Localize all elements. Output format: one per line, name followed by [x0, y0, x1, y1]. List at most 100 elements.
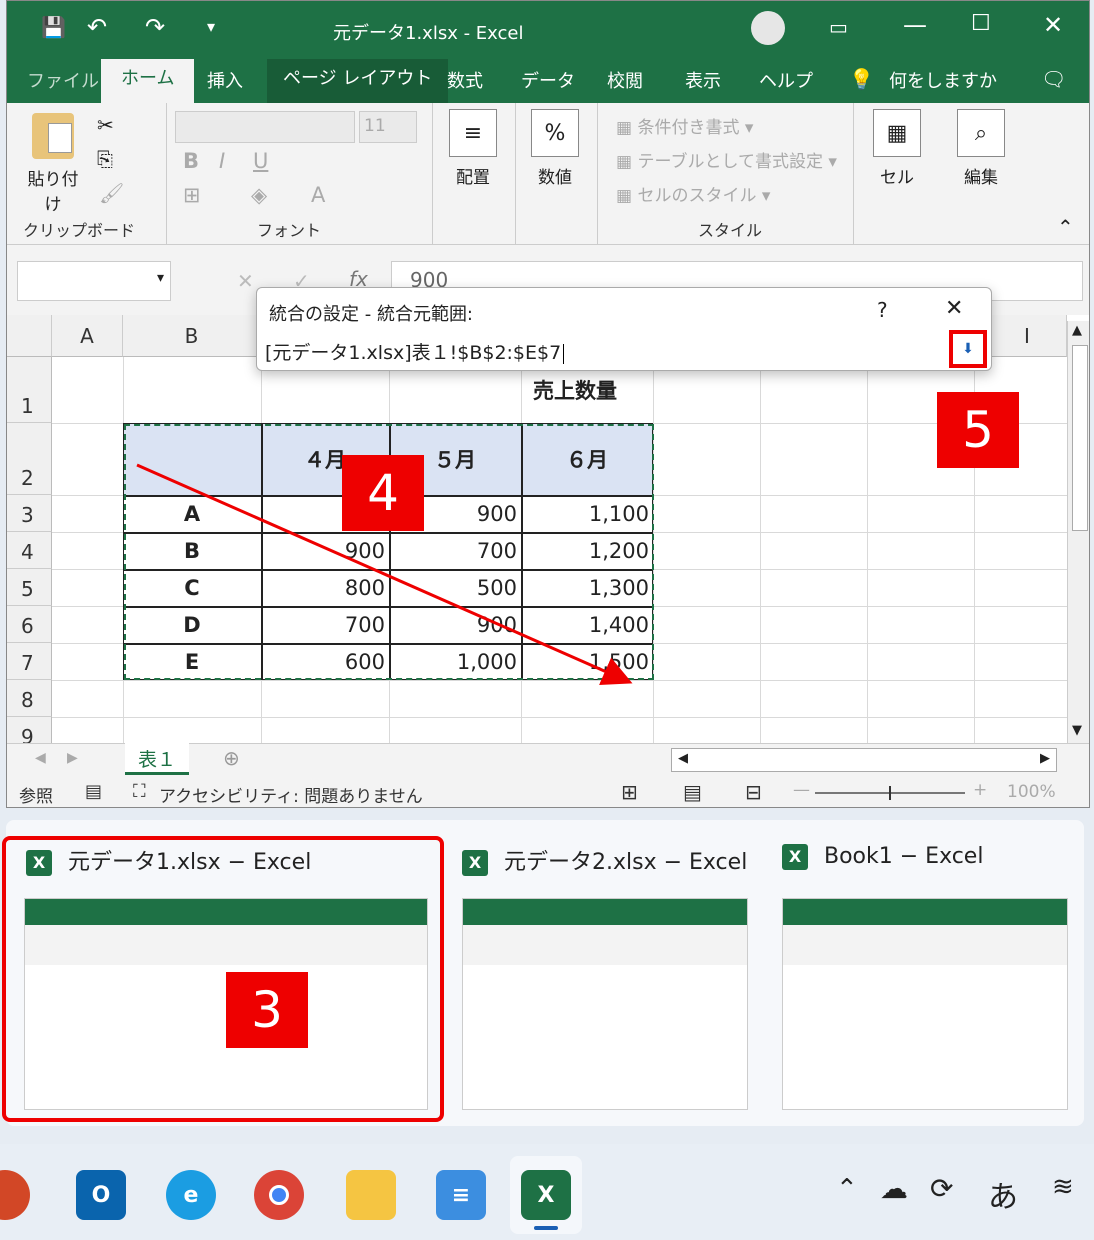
edit-button[interactable]: ⌕ 編集: [951, 109, 1011, 188]
step-marker-3: 3: [226, 972, 308, 1048]
dialog-help-button[interactable]: ?: [877, 298, 888, 322]
border-icon[interactable]: ⊞: [183, 183, 201, 207]
show-hidden-icons[interactable]: ⌃: [836, 1174, 858, 1204]
horizontal-scrollbar[interactable]: ◀ ▶: [671, 748, 1057, 772]
excel-taskbar-button[interactable]: X: [510, 1156, 582, 1234]
tab-help[interactable]: ヘルプ: [759, 67, 813, 93]
tell-me-search[interactable]: 何をしますか: [889, 67, 997, 93]
cut-icon[interactable]: ✂: [97, 113, 114, 137]
normal-view-icon[interactable]: ⊞: [621, 780, 638, 804]
next-sheet-icon[interactable]: ▶: [67, 750, 78, 766]
cell-style-icon: ▦: [616, 186, 638, 206]
tab-formulas[interactable]: 数式: [447, 67, 483, 93]
close-button[interactable]: ✕: [1043, 11, 1063, 39]
scroll-left-icon[interactable]: ◀: [678, 751, 688, 766]
clipboard-group: 貼り付け ✂ ⎘ 🖌 クリップボード: [7, 103, 167, 245]
zoom-level[interactable]: 100%: [1007, 782, 1056, 802]
customize-qat-icon[interactable]: ▾: [207, 17, 215, 36]
paste-icon: [32, 113, 74, 159]
page-layout-view-icon[interactable]: ▤: [683, 780, 702, 804]
onedrive-icon[interactable]: ☁: [880, 1172, 908, 1205]
powerpoint-icon[interactable]: [0, 1170, 30, 1220]
excel-icon: X: [782, 844, 808, 870]
ime-indicator[interactable]: あ: [988, 1172, 1018, 1216]
page-break-view-icon[interactable]: ⊟: [745, 780, 762, 804]
wifi-icon[interactable]: ≋: [1052, 1172, 1074, 1202]
align-button[interactable]: ≡ 配置: [443, 109, 503, 188]
font-group: 11 B I U ⊞ ◈ A フォント: [167, 103, 433, 245]
edge-icon[interactable]: e: [166, 1170, 216, 1220]
ribbon-display-icon[interactable]: ▭: [829, 15, 848, 39]
expand-dialog-button[interactable]: ⬇: [949, 330, 987, 368]
collapse-ribbon-icon[interactable]: ⌃: [1057, 215, 1074, 239]
styles-label: スタイル: [698, 221, 763, 240]
undo-icon[interactable]: ↶: [87, 13, 107, 41]
title-bar: 💾 ↶ ↷ ▾ 元データ1.xlsx - Excel ▭ — ☐ ✕: [7, 1, 1089, 59]
preview-title-3[interactable]: X Book1 − Excel: [782, 844, 983, 870]
align-icon: ≡: [449, 109, 497, 157]
tab-file[interactable]: ファイル: [27, 67, 99, 93]
dialog-close-button[interactable]: ✕: [945, 296, 963, 321]
cancel-icon[interactable]: ✕: [237, 269, 254, 293]
preview-title-1[interactable]: X 元データ1.xlsx − Excel: [26, 844, 311, 876]
sync-icon[interactable]: ⟳: [930, 1172, 953, 1205]
account-avatar[interactable]: [751, 11, 785, 45]
range-input[interactable]: [元データ1.xlsx]表１!$B$2:$E$7: [261, 334, 987, 368]
mode-text: 参照: [19, 787, 53, 807]
macro-record-icon[interactable]: ▤: [85, 781, 102, 802]
excel-taskbar-icon: X: [521, 1170, 571, 1220]
tab-page-layout[interactable]: ページ レイアウト: [267, 59, 449, 103]
cell-styles-button[interactable]: ▦ セルのスタイル ▾: [616, 181, 770, 206]
name-box[interactable]: ▾: [17, 261, 171, 301]
save-icon[interactable]: 💾: [41, 15, 66, 39]
font-name-select[interactable]: [175, 111, 355, 143]
number-format-button[interactable]: % 数値: [525, 109, 585, 188]
comments-icon[interactable]: 🗨: [1041, 67, 1066, 91]
conditional-format-button[interactable]: ▦ 条件付き書式 ▾: [616, 113, 753, 138]
zoom-slider[interactable]: [815, 786, 965, 800]
font-size-select[interactable]: 11: [359, 111, 417, 143]
underline-button[interactable]: U: [253, 149, 268, 173]
tab-data[interactable]: データ: [521, 67, 575, 93]
taskbar-preview-panel: X 元データ1.xlsx − Excel X 元データ2.xlsx − Excel …: [2, 820, 1084, 1126]
zoom-in-icon[interactable]: +: [973, 780, 987, 800]
accessibility-status[interactable]: アクセシビリティ: 問題ありません: [159, 782, 423, 807]
italic-button[interactable]: I: [219, 149, 225, 173]
prev-sheet-icon[interactable]: ◀: [35, 750, 46, 766]
cells-button[interactable]: ▦ セル: [867, 109, 927, 188]
percent-icon: %: [531, 109, 579, 157]
zoom-thumb[interactable]: [889, 786, 891, 800]
preview-thumbnail-2[interactable]: [462, 898, 748, 1110]
preview-title-2[interactable]: X 元データ2.xlsx − Excel: [462, 844, 747, 876]
tab-insert[interactable]: 挿入: [207, 67, 243, 93]
tab-view[interactable]: 表示: [685, 67, 721, 93]
tab-home[interactable]: ホーム: [101, 59, 195, 103]
paste-button[interactable]: 貼り付け: [21, 113, 85, 215]
scroll-down-icon[interactable]: ▼: [1072, 723, 1082, 738]
add-sheet-icon[interactable]: ⊕: [223, 746, 240, 770]
bold-button[interactable]: B: [183, 149, 199, 173]
chrome-icon[interactable]: [254, 1170, 304, 1220]
file-explorer-icon[interactable]: [346, 1170, 396, 1220]
maximize-button[interactable]: ☐: [971, 11, 991, 36]
format-painter-icon[interactable]: 🖌: [99, 181, 124, 205]
vertical-scrollbar[interactable]: ▲ ▼: [1067, 321, 1089, 743]
minimize-button[interactable]: —: [903, 11, 927, 39]
font-color-icon[interactable]: A: [311, 183, 325, 207]
accessibility-icon[interactable]: ⛶: [133, 781, 146, 802]
copy-icon[interactable]: ⎘: [97, 147, 113, 171]
taskbar: O e ≡ X ⌃ ☁ ⟳ あ ≋: [0, 1144, 1094, 1240]
scroll-thumb[interactable]: [1072, 345, 1088, 531]
scroll-right-icon[interactable]: ▶: [1040, 751, 1050, 766]
scroll-up-icon[interactable]: ▲: [1072, 323, 1082, 338]
sheet-tab[interactable]: 表１: [125, 743, 189, 775]
format-as-table-button[interactable]: ▦ テーブルとして書式設定 ▾: [616, 147, 837, 172]
notepad-icon[interactable]: ≡: [436, 1170, 486, 1220]
tab-review[interactable]: 校閲: [607, 67, 643, 93]
align-divider: [515, 103, 516, 245]
redo-icon[interactable]: ↷: [145, 13, 165, 41]
outlook-icon[interactable]: O: [76, 1170, 126, 1220]
preview-thumbnail-3[interactable]: [782, 898, 1068, 1110]
zoom-out-icon[interactable]: —: [793, 780, 810, 800]
fill-color-icon[interactable]: ◈: [251, 183, 267, 207]
